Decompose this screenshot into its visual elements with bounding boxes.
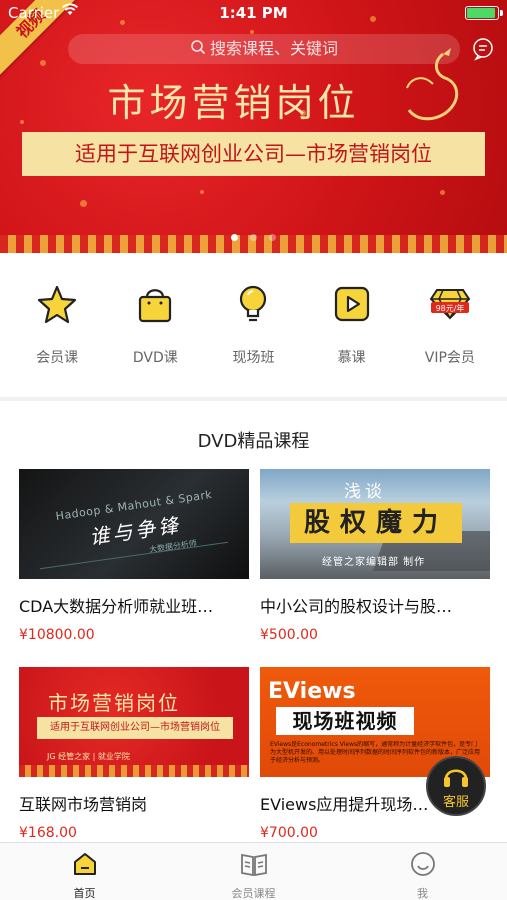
course-card[interactable]: 市场营销岗位 适用于互联网创业公司—市场营销岗位 JG 经管之家 | 就业学院 …	[19, 667, 249, 841]
carousel-dot[interactable]	[250, 234, 257, 241]
home-icon	[0, 851, 169, 881]
clock: 1:41 PM	[219, 4, 288, 22]
play-icon	[306, 281, 398, 327]
course-title: CDA大数据分析师就业班…	[19, 597, 214, 616]
course-card[interactable]: 浅谈 股权魔力 经管之家编辑部 制作 中小公司的股权设计与股… ¥500.00	[260, 469, 490, 643]
customer-service-label: 客服	[442, 795, 469, 810]
battery-icon	[465, 6, 503, 20]
tab-home[interactable]: 首页	[0, 843, 169, 900]
customer-service-button[interactable]: 客服	[426, 756, 486, 816]
carousel-indicator	[0, 226, 507, 245]
search-icon	[190, 35, 206, 65]
headset-icon	[428, 763, 484, 793]
category-dvd-course[interactable]: DVD课	[109, 253, 201, 397]
diamond-icon: 98元/年	[404, 281, 496, 327]
category-live-class[interactable]: 现场班	[207, 253, 299, 397]
course-thumbnail: 浅谈 股权魔力 经管之家编辑部 制作	[260, 469, 490, 579]
tab-member-courses[interactable]: 会员课程	[169, 843, 338, 900]
course-title: 中小公司的股权设计与股…	[260, 597, 453, 616]
rooster-2017-logo	[373, 44, 473, 138]
tab-me[interactable]: 我	[338, 843, 507, 900]
banner-carousel[interactable]: 视频 Carrier 1:41 PM 搜索课程、关键词 市场营销岗位 适用于互联…	[0, 0, 507, 253]
book-icon	[169, 851, 338, 881]
course-title: 互联网市场营销岗	[19, 795, 148, 814]
course-price: ¥168.00	[19, 825, 77, 841]
category-vip-member[interactable]: 98元/年 VIP会员	[404, 253, 496, 397]
course-price: ¥700.00	[260, 825, 318, 841]
carousel-dot[interactable]	[269, 234, 276, 241]
shopping-bag-icon	[109, 281, 201, 327]
course-price: ¥10800.00	[19, 627, 95, 643]
category-row: 会员课 DVD课 现场班 慕课 98元/年 VIP会员	[0, 253, 507, 397]
vip-price-badge: 98元/年	[435, 303, 464, 313]
course-thumbnail: Hadoop & Mahout & Spark 谁与争锋 大数据分析师	[19, 469, 249, 579]
message-icon[interactable]	[471, 37, 495, 65]
section-title: DVD精品课程	[197, 431, 310, 452]
carousel-dot[interactable]	[231, 234, 238, 241]
tab-bar: 首页 会员课程 我	[0, 842, 507, 900]
banner-subtitle: 适用于互联网创业公司—市场营销岗位	[22, 132, 485, 176]
status-bar: Carrier 1:41 PM	[0, 0, 507, 24]
smile-face-icon	[338, 851, 507, 881]
search-placeholder: 搜索课程、关键词	[209, 39, 338, 58]
course-thumbnail: 市场营销岗位 适用于互联网创业公司—市场营销岗位 JG 经管之家 | 就业学院	[19, 667, 249, 777]
divider	[0, 397, 507, 401]
star-icon	[11, 281, 103, 327]
category-mooc[interactable]: 慕课	[306, 253, 398, 397]
category-member-course[interactable]: 会员课	[11, 253, 103, 397]
lightbulb-icon	[207, 281, 299, 327]
course-card[interactable]: Hadoop & Mahout & Spark 谁与争锋 大数据分析师 CDA大…	[19, 469, 249, 643]
course-price: ¥500.00	[260, 627, 318, 643]
